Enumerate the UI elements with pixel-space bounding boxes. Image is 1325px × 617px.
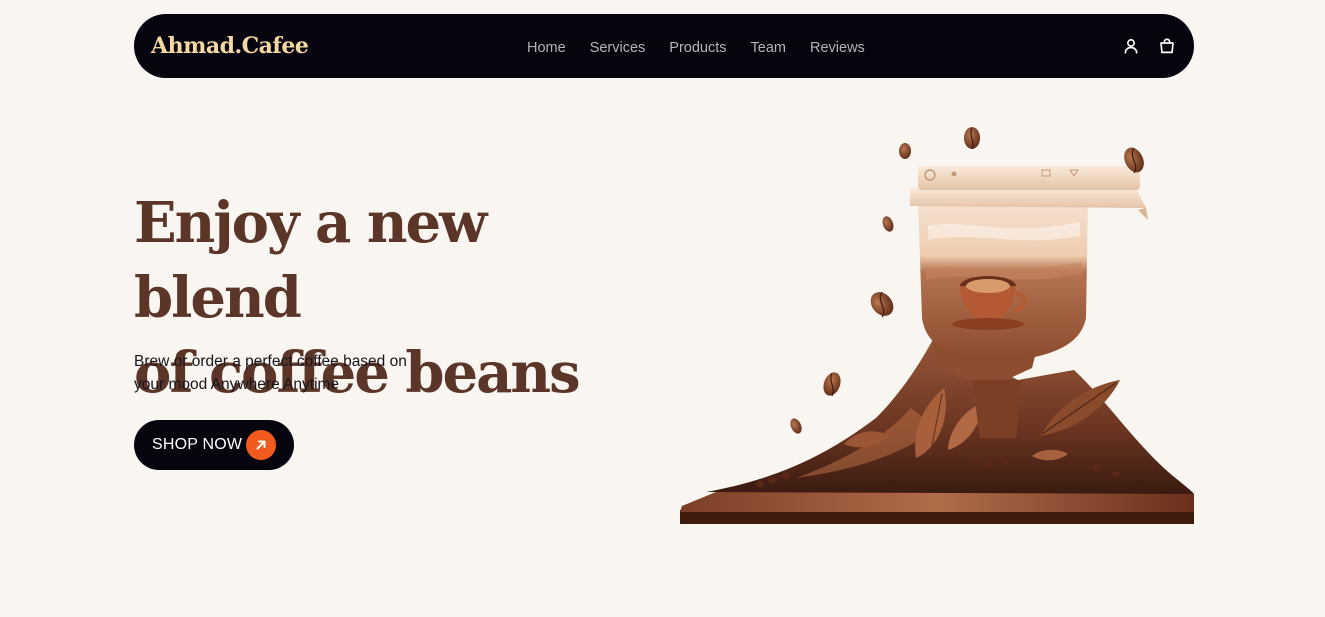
brand-logo[interactable]: Ahmad.Cafee [151, 14, 309, 78]
arrow-up-right-icon [246, 430, 276, 460]
hero-subtitle-line-2: your mood Anywhere Anytime [134, 376, 340, 393]
shop-now-button[interactable]: SHOP NOW [134, 420, 294, 470]
nav-item-products: Products [669, 37, 726, 56]
hero-title-line-1: Enjoy a new blend [134, 190, 487, 331]
nav-link-team[interactable]: Team [751, 40, 786, 56]
navbar: Ahmad.Cafee Home Services Products Team … [134, 14, 1194, 78]
shop-now-label: SHOP NOW [152, 436, 243, 453]
hero-subtitle: Brew or order a perfect coffee based on … [134, 350, 454, 396]
shopping-bag-icon[interactable] [1157, 36, 1177, 56]
landing-page: Ahmad.Cafee Home Services Products Team … [0, 0, 1325, 617]
nav-item-team: Team [751, 37, 786, 56]
nav-actions [1121, 14, 1177, 78]
hero-subtitle-line-1: Brew or order a perfect coffee based on [134, 353, 407, 370]
nav-link-reviews[interactable]: Reviews [810, 40, 865, 56]
nav-item-services: Services [590, 37, 646, 56]
user-icon[interactable] [1121, 36, 1141, 56]
nav-menu: Home Services Products Team Reviews [527, 14, 865, 78]
nav-link-products[interactable]: Products [669, 40, 726, 56]
coffee-grinder-illustration [676, 118, 1196, 528]
nav-link-services[interactable]: Services [590, 40, 646, 56]
nav-item-reviews: Reviews [810, 37, 865, 56]
nav-item-home: Home [527, 37, 566, 56]
nav-link-home[interactable]: Home [527, 40, 566, 56]
